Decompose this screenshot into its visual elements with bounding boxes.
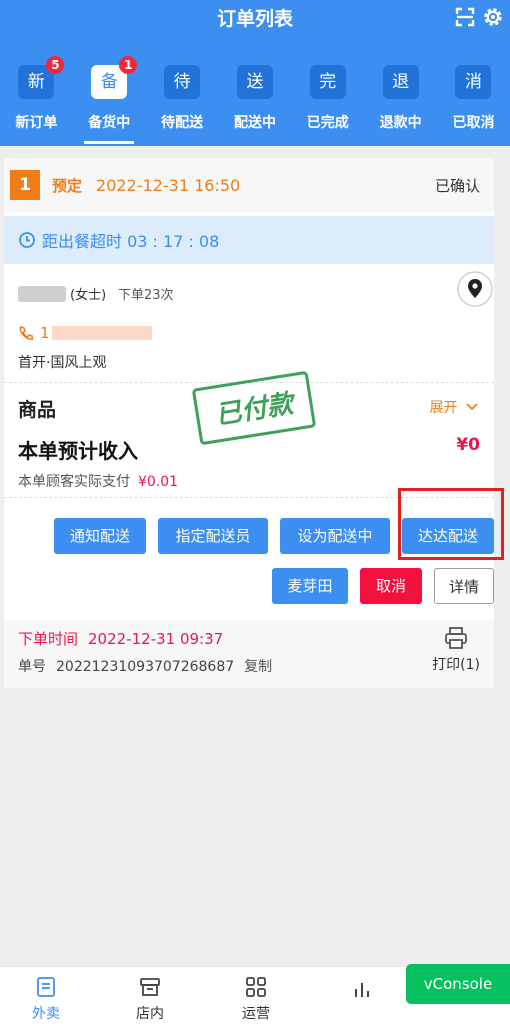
nav-label: 店内 xyxy=(136,1006,164,1022)
tab-to-deliver[interactable]: 待 待配送 xyxy=(149,56,215,146)
chart-icon[interactable] xyxy=(350,977,374,1001)
grid-icon xyxy=(246,977,266,997)
count-badge: 5 xyxy=(46,56,65,74)
order-status: 已确认 xyxy=(434,176,480,195)
chevron-down-icon xyxy=(466,403,478,411)
phone-icon xyxy=(19,326,34,340)
location-icon[interactable] xyxy=(456,270,494,308)
scan-icon[interactable] xyxy=(454,6,476,28)
order-status-tabs: 新 5 新订单 备 1 备货中 待 待配送 送 配送中 完 已完成 退 退款中 … xyxy=(0,56,510,146)
customer-info: (女士) 下单23次 1 首开·国风上观 xyxy=(4,264,494,382)
income-value: ¥0 xyxy=(456,435,480,455)
preorder-time: 2022-12-31 16:50 xyxy=(96,175,241,195)
nav-operations[interactable]: 运营 xyxy=(226,975,286,1023)
customer-address: 首开·国风上观 xyxy=(18,355,107,371)
paid-row: 本单顾客实际支付 ¥0.01 xyxy=(18,471,178,491)
gear-icon[interactable] xyxy=(482,6,504,28)
tab-label: 新订单 xyxy=(15,115,58,131)
timer-text: 距出餐超时 03 : 17 : 08 xyxy=(42,232,220,251)
tab-box: 退 xyxy=(382,65,419,99)
goods-label: 商品 xyxy=(18,399,57,421)
tab-box: 消 xyxy=(455,65,492,99)
tab-label: 待配送 xyxy=(161,115,204,131)
tab-label: 退款中 xyxy=(379,115,422,131)
tab-refunding[interactable]: 退 退款中 xyxy=(368,56,434,146)
customer-gender: (女士) xyxy=(70,288,107,303)
store-icon xyxy=(140,978,160,996)
tab-label: 配送中 xyxy=(233,115,276,131)
order-time-value: 2022-12-31 09:37 xyxy=(88,630,224,648)
app-header: 订单列表 新 5 新订单 备 1 备货中 待 待配送 送 配送中 完 已完成 退… xyxy=(0,0,510,146)
tab-box: 完 xyxy=(309,65,346,99)
print-label: 打印(1) xyxy=(432,657,480,673)
order-card-header: 1 预定 2022-12-31 16:50 已确认 xyxy=(4,158,494,212)
phone-prefix: 1 xyxy=(40,324,50,342)
phone-masked xyxy=(51,326,152,340)
tab-label: 已取消 xyxy=(452,115,495,131)
clock-icon xyxy=(19,232,35,248)
order-number-row: 单号 20221231093707268687 复制 xyxy=(18,656,272,676)
nav-dine-in[interactable]: 店内 xyxy=(120,975,180,1023)
paid-value: ¥0.01 xyxy=(138,474,179,490)
tab-box: 送 xyxy=(236,65,273,99)
highlight-frame xyxy=(398,488,504,560)
tab-label: 已完成 xyxy=(306,115,349,131)
stamp-text: 已付款 xyxy=(213,388,299,430)
tab-completed[interactable]: 完 已完成 xyxy=(295,56,361,146)
income-label: 本单预计收入 xyxy=(18,439,138,463)
printer-icon xyxy=(445,627,467,649)
copy-button[interactable]: 复制 xyxy=(244,659,272,675)
count-badge: 1 xyxy=(119,56,138,74)
order-time-label: 下单时间 xyxy=(18,630,79,648)
list-icon xyxy=(37,977,55,997)
nav-takeout[interactable]: 外卖 xyxy=(16,975,76,1023)
expand-toggle[interactable]: 展开 xyxy=(430,397,478,417)
tab-new[interactable]: 新 5 新订单 xyxy=(3,56,69,146)
customer-name-masked xyxy=(18,286,66,302)
assign-courier-button[interactable]: 指定配送员 xyxy=(158,518,268,554)
detail-button[interactable]: 详情 xyxy=(434,568,494,604)
order-meta: 下单时间 2022-12-31 09:37 单号 20221231093707268… xyxy=(4,620,494,688)
header-actions xyxy=(454,6,504,28)
maiyatian-button[interactable]: 麦芽田 xyxy=(272,568,348,604)
tab-preparing[interactable]: 备 1 备货中 xyxy=(76,56,142,146)
preorder-label: 预定 xyxy=(52,176,83,195)
cancel-button[interactable]: 取消 xyxy=(360,568,422,604)
expand-label: 展开 xyxy=(429,400,458,416)
order-number-value: 20221231093707268687 xyxy=(56,659,235,675)
nav-label: 运营 xyxy=(242,1006,270,1022)
notify-delivery-button[interactable]: 通知配送 xyxy=(54,518,146,554)
print-button[interactable]: 打印(1) xyxy=(432,626,480,674)
tab-label: 备货中 xyxy=(88,115,131,131)
order-number-label: 单号 xyxy=(18,659,46,675)
paid-label: 本单顾客实际支付 xyxy=(18,474,130,490)
order-count: 下单23次 xyxy=(118,288,174,303)
order-time-row: 下单时间 2022-12-31 09:37 xyxy=(18,628,223,649)
customer-phone[interactable]: 1 xyxy=(18,324,152,342)
set-delivering-button[interactable]: 设为配送中 xyxy=(280,518,390,554)
vconsole-button[interactable]: vConsole xyxy=(406,964,510,1004)
tab-cancelled[interactable]: 消 已取消 xyxy=(440,56,506,146)
nav-label: 外卖 xyxy=(32,1006,60,1022)
tab-box: 待 xyxy=(164,65,201,99)
active-tab-indicator xyxy=(84,141,135,144)
prep-timer: 距出餐超时 03 : 17 : 08 xyxy=(4,216,494,264)
order-index: 1 xyxy=(10,170,40,200)
page-title: 订单列表 xyxy=(216,8,293,30)
tab-delivering[interactable]: 送 配送中 xyxy=(222,56,288,146)
